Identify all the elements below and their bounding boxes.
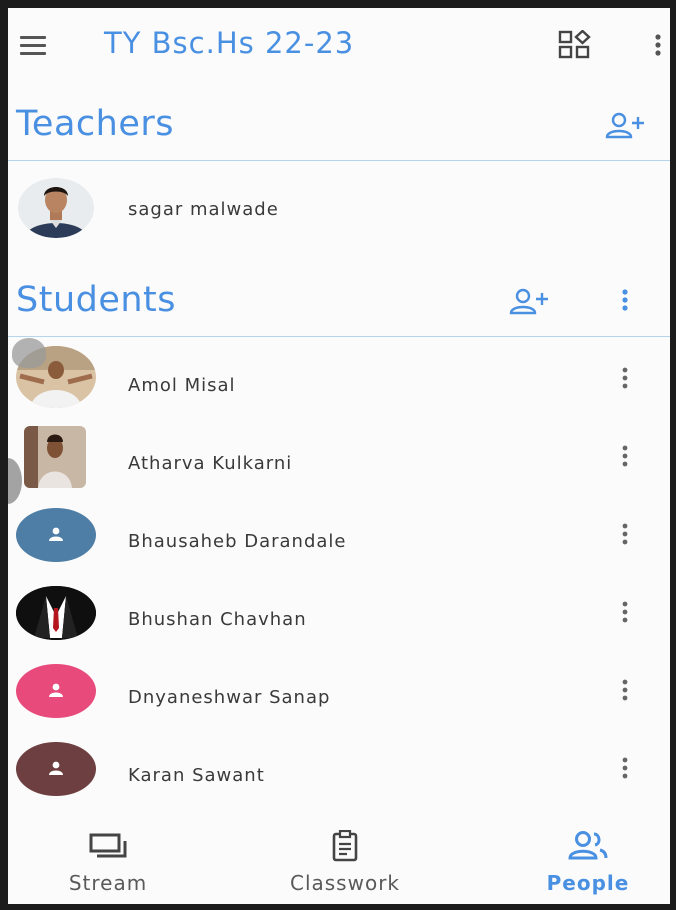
student-more-icon[interactable] <box>618 598 632 628</box>
app-screen: TY Bsc.Hs 22-23 Teachers sagar malwade S… <box>8 8 670 904</box>
add-teacher-icon[interactable] <box>602 111 648 141</box>
student-name: Amol Misal <box>128 375 236 396</box>
top-app-bar: TY Bsc.Hs 22-23 <box>8 8 670 86</box>
hamburger-menu-icon[interactable] <box>20 36 46 56</box>
bottom-navigation: Stream Classwork People <box>8 818 670 904</box>
student-name: Atharva Kulkarni <box>128 453 293 474</box>
student-name: Dnyaneshwar Sanap <box>128 687 331 708</box>
student-avatar <box>16 586 96 640</box>
students-heading: Students <box>16 280 177 320</box>
class-title: TY Bsc.Hs 22-23 <box>104 26 355 60</box>
student-more-icon[interactable] <box>618 676 632 706</box>
student-row[interactable]: Amol Misal <box>8 342 670 412</box>
student-row[interactable]: Karan Sawant <box>8 732 670 802</box>
student-row[interactable]: Atharva Kulkarni <box>8 420 670 490</box>
thumb-smudge <box>12 338 46 368</box>
student-name: Karan Sawant <box>128 765 265 786</box>
nav-stream[interactable]: Stream <box>48 832 168 904</box>
student-row[interactable]: Bhausaheb Darandale <box>8 498 670 568</box>
teachers-divider <box>8 160 670 161</box>
student-avatar <box>16 508 96 562</box>
students-divider <box>8 336 670 337</box>
student-name: Bhausaheb Darandale <box>128 531 347 552</box>
add-student-icon[interactable] <box>506 287 552 317</box>
student-more-icon[interactable] <box>618 364 632 394</box>
teachers-heading: Teachers <box>16 104 174 144</box>
student-more-icon[interactable] <box>618 520 632 550</box>
student-avatar <box>24 426 86 488</box>
student-row[interactable]: Bhushan Chavhan <box>8 576 670 646</box>
nav-classwork[interactable]: Classwork <box>270 829 420 904</box>
apps-grid-icon[interactable] <box>558 29 592 60</box>
nav-people[interactable]: People <box>528 830 648 904</box>
student-avatar <box>16 742 96 796</box>
teacher-name: sagar malwade <box>128 199 279 220</box>
student-avatar <box>16 664 96 718</box>
more-vert-icon[interactable] <box>650 32 666 60</box>
people-icon <box>528 830 648 867</box>
stream-icon <box>48 832 168 867</box>
student-more-icon[interactable] <box>618 754 632 784</box>
students-more-icon[interactable] <box>618 286 632 316</box>
student-row[interactable]: Dnyaneshwar Sanap <box>8 654 670 724</box>
nav-people-label: People <box>546 871 630 895</box>
nav-classwork-label: Classwork <box>289 871 400 895</box>
classwork-icon <box>270 829 420 867</box>
teacher-avatar <box>18 178 94 238</box>
teacher-row[interactable]: sagar malwade <box>8 174 670 244</box>
student-more-icon[interactable] <box>618 442 632 472</box>
student-name: Bhushan Chavhan <box>128 609 307 630</box>
nav-stream-label: Stream <box>68 871 148 895</box>
